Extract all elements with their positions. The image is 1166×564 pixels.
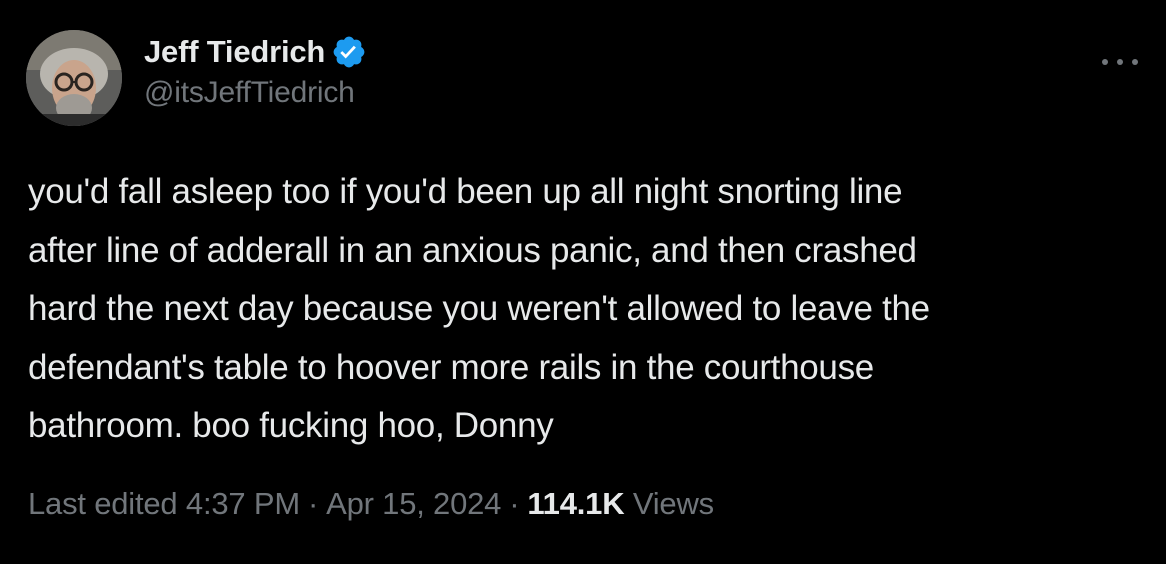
more-options-button[interactable]	[1102, 50, 1138, 74]
views-label: Views	[632, 486, 714, 521]
views-count: 114.1K	[527, 486, 625, 521]
avatar[interactable]	[26, 30, 122, 126]
meta-separator: ·	[509, 486, 520, 521]
tweet-text-line: hard the next day because you weren't al…	[28, 289, 930, 328]
meta-separator: ·	[307, 486, 319, 521]
post-date[interactable]: Apr 15, 2024	[326, 486, 501, 521]
tweet-text-line: defendant's table to hoover more rails i…	[28, 347, 874, 387]
post-time[interactable]: 4:37 PM	[186, 486, 300, 521]
tweet-text-line: you'd fall asleep too if you'd been up a…	[28, 172, 903, 211]
more-horizontal-icon	[1102, 59, 1108, 65]
more-horizontal-icon	[1132, 59, 1138, 65]
edited-label[interactable]: Last edited	[28, 486, 178, 521]
tweet-meta: Last edited 4:37 PM · Apr 15, 2024 · 114.1K …	[28, 486, 714, 522]
display-name[interactable]: Jeff Tiedrich	[144, 34, 325, 70]
tweet-text-line: bathroom. boo fucking hoo, Donny	[28, 406, 554, 445]
name-row: Jeff Tiedrich	[144, 32, 367, 72]
verified-badge-icon[interactable]	[331, 34, 367, 70]
profile-photo-icon	[26, 30, 122, 126]
author-identity: Jeff Tiedrich @itsJeffTiedrich	[144, 32, 367, 110]
tweet-card: Jeff Tiedrich @itsJeffTiedrich you'd fal…	[0, 0, 1166, 564]
tweet-text: you'd fall asleep too if you'd been up a…	[28, 163, 1128, 456]
tweet-text-line: after line of adderall in an anxious pan…	[28, 230, 917, 270]
handle[interactable]: @itsJeffTiedrich	[144, 76, 367, 110]
more-horizontal-icon	[1117, 59, 1123, 65]
